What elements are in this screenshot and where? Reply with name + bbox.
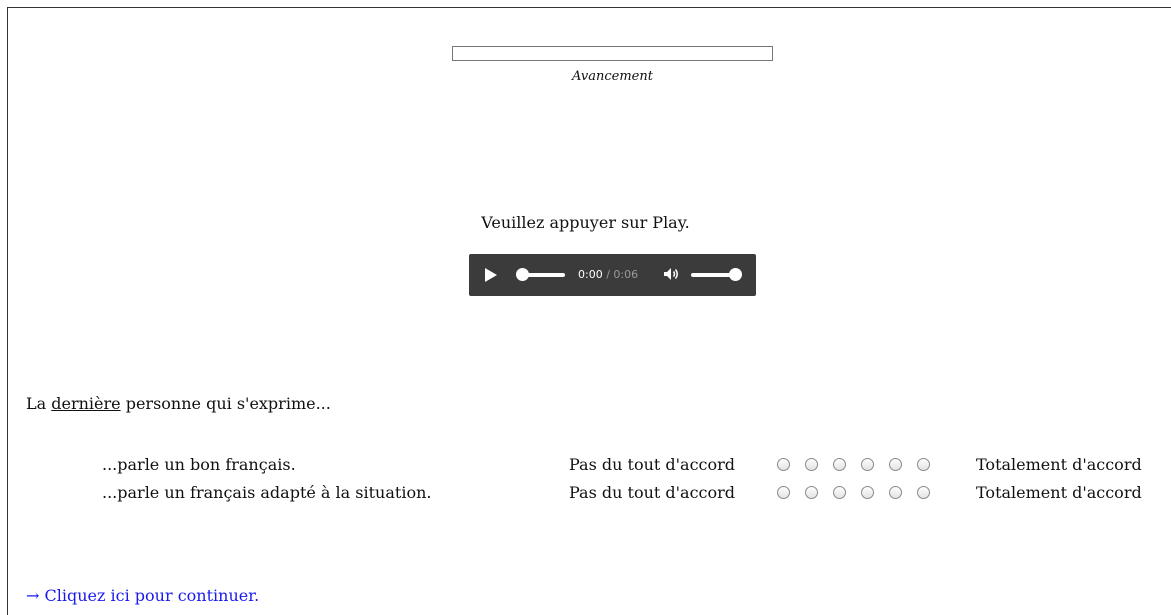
seek-thumb[interactable]	[516, 268, 529, 281]
question-suffix: personne qui s'exprime...	[120, 394, 331, 413]
likert-row-1: ...parle un bon français. Pas du tout d'…	[0, 452, 1171, 476]
volume-icon[interactable]	[662, 265, 680, 283]
progress-section: Avancement	[452, 46, 773, 84]
likert-radio-5[interactable]	[889, 486, 902, 499]
likert-right-anchor: Totalement d'accord	[976, 483, 1142, 502]
likert-row-2: ...parle un français adapté à la situati…	[0, 480, 1171, 504]
likert-radio-1[interactable]	[777, 486, 790, 499]
likert-radio-2[interactable]	[805, 486, 818, 499]
volume-thumb[interactable]	[729, 268, 742, 281]
page-frame	[7, 7, 1171, 615]
likert-radio-3[interactable]	[833, 458, 846, 471]
duration: 0:06	[613, 268, 639, 281]
current-time: 0:00	[578, 268, 603, 281]
likert-radio-group	[777, 486, 945, 505]
likert-radio-5[interactable]	[889, 458, 902, 471]
likert-radio-6[interactable]	[917, 486, 930, 499]
likert-left-anchor: Pas du tout d'accord	[569, 455, 736, 474]
likert-radio-3[interactable]	[833, 486, 846, 499]
continue-label: Cliquez ici pour continuer.	[44, 586, 260, 605]
likert-left-anchor: Pas du tout d'accord	[569, 483, 736, 502]
likert-radio-group	[777, 458, 945, 477]
question-emphasis: dernière	[51, 394, 121, 413]
likert-radio-6[interactable]	[917, 458, 930, 471]
continue-link[interactable]: → Cliquez ici pour continuer.	[26, 586, 259, 605]
progress-bar	[452, 46, 773, 61]
question-prompt: La dernière personne qui s'exprime...	[26, 394, 331, 413]
likert-item-text: ...parle un bon français.	[102, 455, 296, 474]
likert-radio-1[interactable]	[777, 458, 790, 471]
play-icon[interactable]	[485, 268, 497, 282]
likert-radio-4[interactable]	[861, 458, 874, 471]
time-separator: /	[602, 268, 614, 281]
play-instruction: Veuillez appuyer sur Play.	[481, 213, 690, 232]
likert-radio-2[interactable]	[805, 458, 818, 471]
question-prefix: La	[26, 394, 52, 413]
progress-label: Avancement	[572, 69, 653, 84]
time-display: 0:00 / 0:06	[578, 268, 638, 281]
likert-radio-4[interactable]	[861, 486, 874, 499]
audio-player[interactable]: 0:00 / 0:06	[469, 254, 756, 296]
likert-right-anchor: Totalement d'accord	[976, 455, 1142, 474]
likert-item-text: ...parle un français adapté à la situati…	[102, 483, 432, 502]
arrow-icon: →	[26, 586, 40, 605]
